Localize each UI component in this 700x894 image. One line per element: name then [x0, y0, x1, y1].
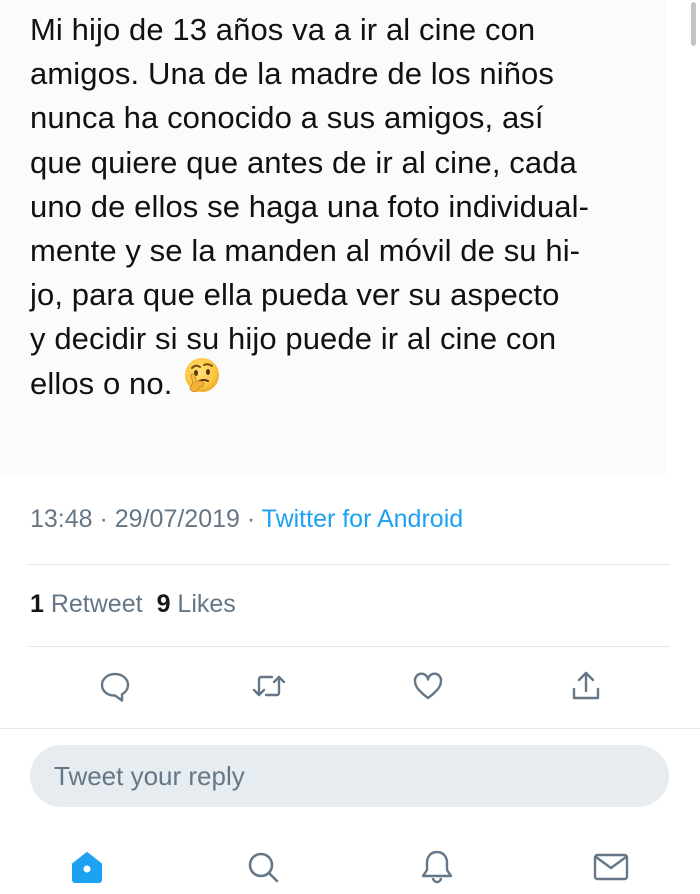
nav-search[interactable]	[240, 846, 286, 892]
tweet-line: Mi hijo de 13 años va a ir al cine con	[30, 12, 536, 47]
divider	[0, 728, 700, 729]
tweet-line: amigos. Una de la madre de los niños	[30, 56, 555, 92]
retweets-label: Retweet	[43, 590, 143, 618]
retweets-count: 1	[30, 590, 44, 618]
like-button[interactable]	[404, 664, 452, 712]
divider	[28, 646, 670, 647]
like-icon	[411, 669, 445, 708]
meta-separator: ·	[92, 505, 115, 533]
messages-icon	[591, 847, 631, 892]
tweet-line-text: ellos o no.	[30, 365, 173, 401]
tweet-line: y decidir si su hijo puede ir al cine co…	[30, 321, 557, 357]
retweet-icon	[251, 669, 287, 708]
tweet-time: 13:48	[30, 505, 93, 533]
tweet-line: mente y se la manden al móvil de su hi-	[30, 233, 581, 269]
tweet-source-link[interactable]: Twitter for Android	[262, 505, 463, 533]
nav-notifications[interactable]	[414, 846, 460, 892]
meta-separator: ·	[239, 505, 262, 533]
search-icon	[243, 847, 283, 892]
reply-button[interactable]	[91, 664, 139, 712]
notifications-icon	[417, 847, 457, 892]
retweets-stat[interactable]: 1 Retweet	[30, 590, 143, 618]
thinking-face-icon	[182, 356, 222, 408]
nav-home[interactable]	[64, 846, 110, 892]
home-icon	[67, 847, 107, 892]
tweet-line: uno de ellos se haga una foto individual…	[30, 188, 590, 224]
bottom-nav	[0, 840, 700, 894]
tweet-actions	[0, 664, 700, 712]
likes-count: 9	[156, 590, 171, 618]
nav-messages[interactable]	[588, 846, 634, 892]
likes-stat[interactable]: 9 Likes	[157, 590, 236, 618]
retweet-button[interactable]	[245, 664, 293, 712]
share-button[interactable]	[562, 664, 610, 712]
reply-input[interactable]: Tweet your reply	[30, 745, 669, 807]
tweet-meta: 13:48 · 29/07/2019 · Twitter for Android	[30, 505, 463, 534]
reply-placeholder: Tweet your reply	[54, 761, 245, 791]
tweet-text: Mi hijo de 13 años va a ir al cine con a…	[0, 0, 666, 476]
tweet-line-last: ellos o no.	[30, 358, 666, 409]
divider	[28, 564, 670, 565]
tweet-line: jo, para que ella pueda ver su aspecto	[30, 277, 560, 313]
reply-icon	[98, 669, 132, 708]
share-icon	[569, 669, 603, 708]
tweet-line: que quiere que antes de ir al cine, cada	[30, 144, 577, 180]
tweet-line: nunca ha conocido a sus amigos, así	[30, 100, 544, 136]
scrollbar[interactable]	[691, 2, 696, 46]
tweet-stats: 1 Retweet 9 Likes	[30, 590, 236, 619]
tweet-date: 29/07/2019	[114, 505, 240, 533]
likes-label: Likes	[170, 590, 236, 618]
